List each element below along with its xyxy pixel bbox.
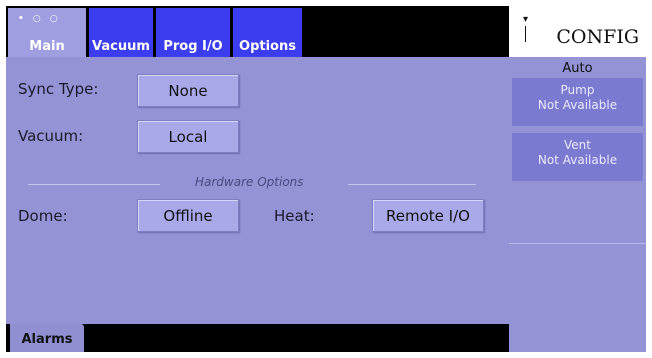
heat-label: Heat: [274, 207, 315, 225]
sidebar-divider [509, 243, 646, 244]
heat-button[interactable]: Remote I/O [372, 199, 484, 232]
main-panel: Sync Type: None Vacuum: Local Hardware O… [6, 57, 509, 324]
main-area: • ○ ○ Main Vacuum Prog I/O Options Sync … [6, 6, 509, 352]
touch-screen: • ○ ○ Main Vacuum Prog I/O Options Sync … [6, 6, 646, 352]
vent-status: Not Available [537, 153, 618, 167]
auto-label: Auto [562, 61, 593, 76]
pump-status: Not Available [537, 98, 618, 112]
tab-main[interactable]: • ○ ○ Main [8, 8, 86, 57]
hardware-options-divider-left [28, 184, 160, 185]
sync-type-label: Sync Type: [18, 80, 99, 98]
vent-title: Vent [564, 138, 591, 152]
page-indicator-dots: • ○ ○ [18, 14, 61, 24]
pump-status-button[interactable]: Pump Not Available [512, 78, 643, 126]
dome-value: Offline [163, 206, 213, 225]
tab-prog-io[interactable]: Prog I/O [156, 8, 230, 57]
vacuum-value: Local [168, 127, 208, 146]
alarms-label: Alarms [21, 331, 73, 347]
hardware-options-divider-right [348, 184, 476, 185]
tab-options-label: Options [239, 39, 296, 54]
chevron-down-icon[interactable]: ▾ [523, 14, 528, 25]
tab-options[interactable]: Options [233, 8, 302, 57]
tab-prog-io-label: Prog I/O [163, 39, 223, 54]
tab-main-label: Main [29, 39, 65, 54]
vacuum-label: Vacuum: [18, 127, 84, 145]
status-sidebar: ▾ CONFIG Auto Pump Not Available Vent No… [509, 6, 646, 352]
hardware-options-title: Hardware Options [195, 175, 304, 189]
alarms-button[interactable]: Alarms [10, 324, 84, 352]
sync-type-value: None [168, 81, 208, 100]
mode-header[interactable]: ▾ CONFIG [509, 6, 646, 57]
tab-vacuum[interactable]: Vacuum [89, 8, 153, 57]
heat-value: Remote I/O [386, 206, 470, 225]
vacuum-button[interactable]: Local [137, 120, 239, 153]
tab-bar: • ○ ○ Main Vacuum Prog I/O Options [6, 6, 509, 57]
tab-vacuum-label: Vacuum [92, 39, 150, 54]
dome-label: Dome: [18, 207, 68, 225]
sync-type-button[interactable]: None [137, 74, 239, 107]
dome-button[interactable]: Offline [137, 199, 239, 232]
vent-status-button[interactable]: Vent Not Available [512, 133, 643, 181]
mode-title: CONFIG [556, 26, 639, 48]
pump-title: Pump [560, 83, 595, 97]
